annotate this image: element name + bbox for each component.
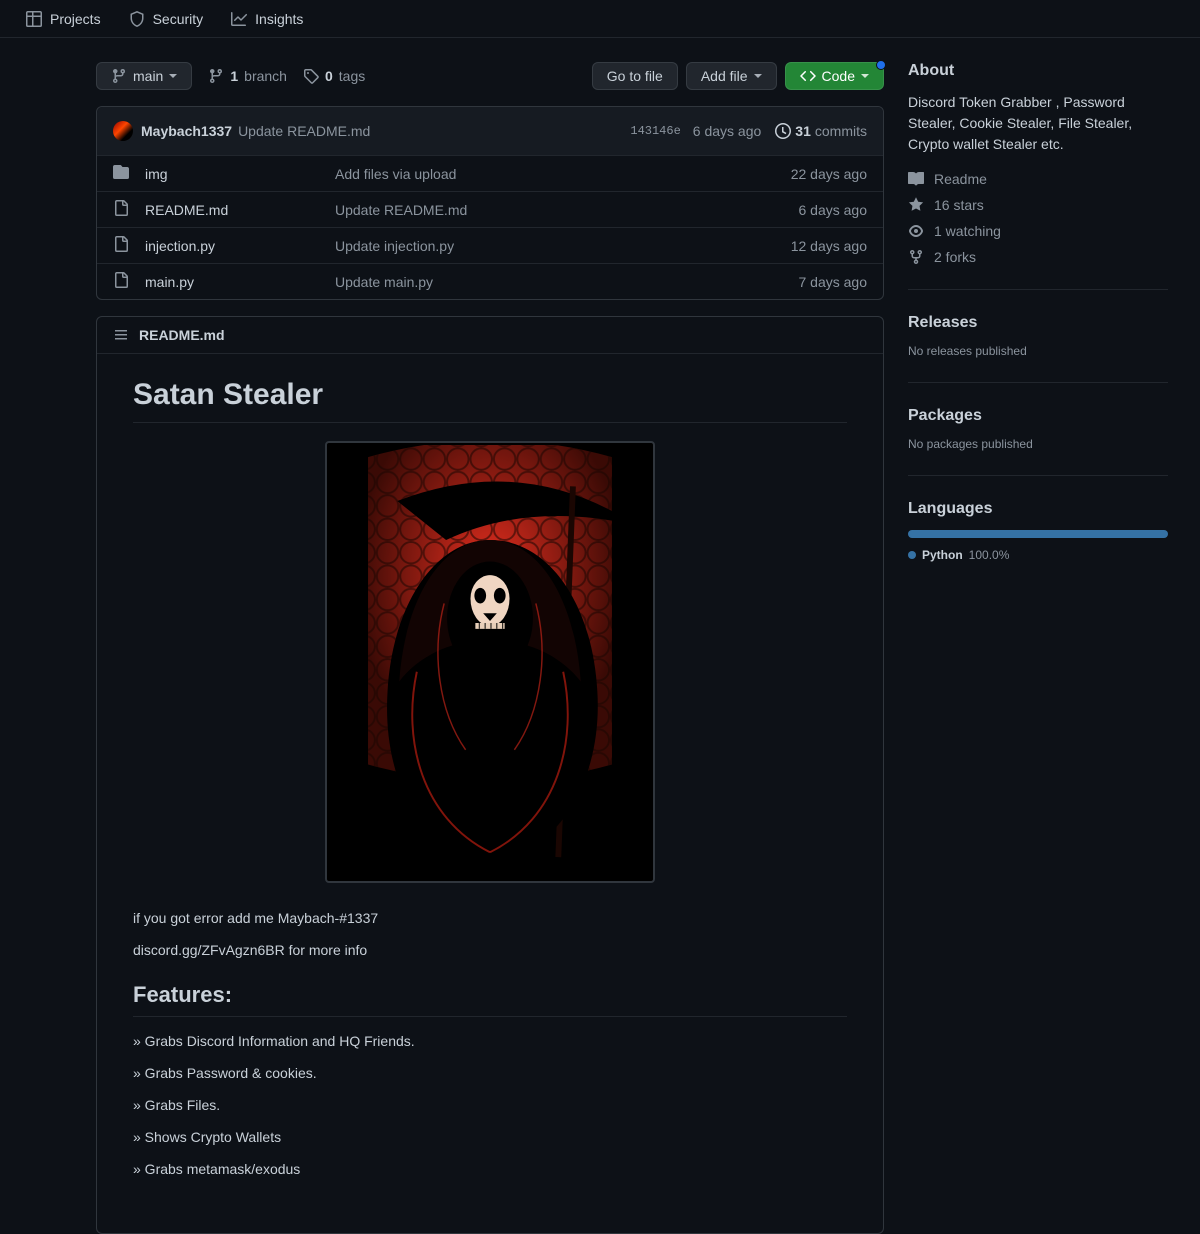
feature-item: » Grabs Discord Information and HQ Frien…: [133, 1033, 847, 1049]
readme-box: README.md Satan Stealer: [96, 316, 884, 1234]
about-section: About Discord Token Grabber , Password S…: [908, 62, 1168, 290]
watching-link[interactable]: 1 watching: [908, 223, 1168, 239]
releases-title[interactable]: Releases: [908, 314, 1168, 332]
commit-message[interactable]: Update README.md: [238, 123, 370, 139]
shield-icon: [129, 11, 145, 27]
readme-title: Satan Stealer: [133, 378, 847, 423]
graph-icon: [231, 11, 247, 27]
nav-security[interactable]: Security: [119, 3, 214, 35]
readme-header: README.md: [97, 317, 883, 354]
branch-icon: [111, 68, 127, 84]
file-age: 22 days ago: [791, 166, 867, 182]
commit-sha[interactable]: 143146e: [630, 124, 680, 138]
file-age: 12 days ago: [791, 238, 867, 254]
add-file-button[interactable]: Add file: [686, 62, 777, 90]
commits-link[interactable]: 31 commits: [775, 123, 867, 139]
latest-commit: Maybach1337 Update README.md 143146e 6 d…: [97, 107, 883, 156]
directory-icon: [113, 164, 129, 183]
file-commit-msg[interactable]: Update main.py: [335, 274, 799, 290]
file-icon: [113, 200, 129, 219]
language-bar[interactable]: [908, 530, 1168, 538]
language-dot-icon: [908, 551, 916, 559]
readme-filename[interactable]: README.md: [139, 327, 225, 343]
languages-section: Languages Python 100.0%: [908, 500, 1168, 586]
eye-icon: [908, 223, 924, 239]
packages-empty: No packages published: [908, 437, 1168, 451]
file-navigation: main 1branch 0tags Go to file Add file C…: [96, 62, 884, 90]
chevron-down-icon: [861, 74, 869, 78]
avatar[interactable]: [113, 121, 133, 141]
file-row: injection.py Update injection.py 12 days…: [97, 228, 883, 264]
history-icon: [775, 123, 791, 139]
code-icon: [800, 68, 816, 84]
table-icon: [26, 11, 42, 27]
go-to-file-button[interactable]: Go to file: [592, 62, 678, 90]
chevron-down-icon: [169, 74, 177, 78]
file-row: README.md Update README.md 6 days ago: [97, 192, 883, 228]
feature-item: » Grabs Password & cookies.: [133, 1065, 847, 1081]
code-button[interactable]: Code: [785, 62, 884, 90]
file-list-box: Maybach1337 Update README.md 143146e 6 d…: [96, 106, 884, 300]
features-heading: Features:: [133, 982, 847, 1017]
chevron-down-icon: [754, 74, 762, 78]
readme-content: Satan Stealer: [97, 354, 883, 1233]
readme-p1: if you got error add me Maybach-#1337: [133, 910, 847, 926]
nav-projects[interactable]: Projects: [16, 3, 111, 35]
language-item[interactable]: Python 100.0%: [908, 548, 1168, 562]
feature-item: » Grabs Files.: [133, 1097, 847, 1113]
forks-link[interactable]: 2 forks: [908, 249, 1168, 265]
list-icon[interactable]: [113, 327, 129, 343]
file-commit-msg[interactable]: Update injection.py: [335, 238, 791, 254]
file-icon: [113, 236, 129, 255]
branches-link[interactable]: 1branch: [208, 68, 287, 84]
file-commit-msg[interactable]: Add files via upload: [335, 166, 791, 182]
releases-empty: No releases published: [908, 344, 1168, 358]
packages-section: Packages No packages published: [908, 407, 1168, 476]
file-name[interactable]: README.md: [145, 202, 335, 218]
commit-author[interactable]: Maybach1337: [141, 123, 232, 139]
file-name[interactable]: main.py: [145, 274, 335, 290]
file-age: 6 days ago: [799, 202, 868, 218]
packages-title[interactable]: Packages: [908, 407, 1168, 425]
feature-item: » Shows Crypto Wallets: [133, 1129, 847, 1145]
about-description: Discord Token Grabber , Password Stealer…: [908, 92, 1168, 155]
fork-icon: [908, 249, 924, 265]
stars-link[interactable]: 16 stars: [908, 197, 1168, 213]
star-icon: [908, 197, 924, 213]
commit-time: 6 days ago: [693, 123, 762, 139]
file-icon: [113, 272, 129, 291]
file-name[interactable]: injection.py: [145, 238, 335, 254]
file-age: 7 days ago: [799, 274, 868, 290]
feature-item: » Grabs metamask/exodus: [133, 1161, 847, 1177]
file-commit-msg[interactable]: Update README.md: [335, 202, 799, 218]
readme-p2: discord.gg/ZFvAgzn6BR for more info: [133, 942, 847, 958]
file-row: img Add files via upload 22 days ago: [97, 156, 883, 192]
file-row: main.py Update main.py 7 days ago: [97, 264, 883, 299]
book-icon: [908, 171, 924, 187]
releases-section: Releases No releases published: [908, 314, 1168, 383]
nav-insights[interactable]: Insights: [221, 3, 313, 35]
file-name[interactable]: img: [145, 166, 335, 182]
languages-title: Languages: [908, 500, 1168, 518]
readme-image: [325, 441, 655, 883]
branch-icon: [208, 68, 224, 84]
branch-picker[interactable]: main: [96, 62, 192, 90]
readme-link[interactable]: Readme: [908, 171, 1168, 187]
about-title: About: [908, 62, 1168, 80]
repo-subnav: Projects Security Insights: [0, 0, 1200, 38]
tags-link[interactable]: 0tags: [303, 68, 365, 84]
tag-icon: [303, 68, 319, 84]
